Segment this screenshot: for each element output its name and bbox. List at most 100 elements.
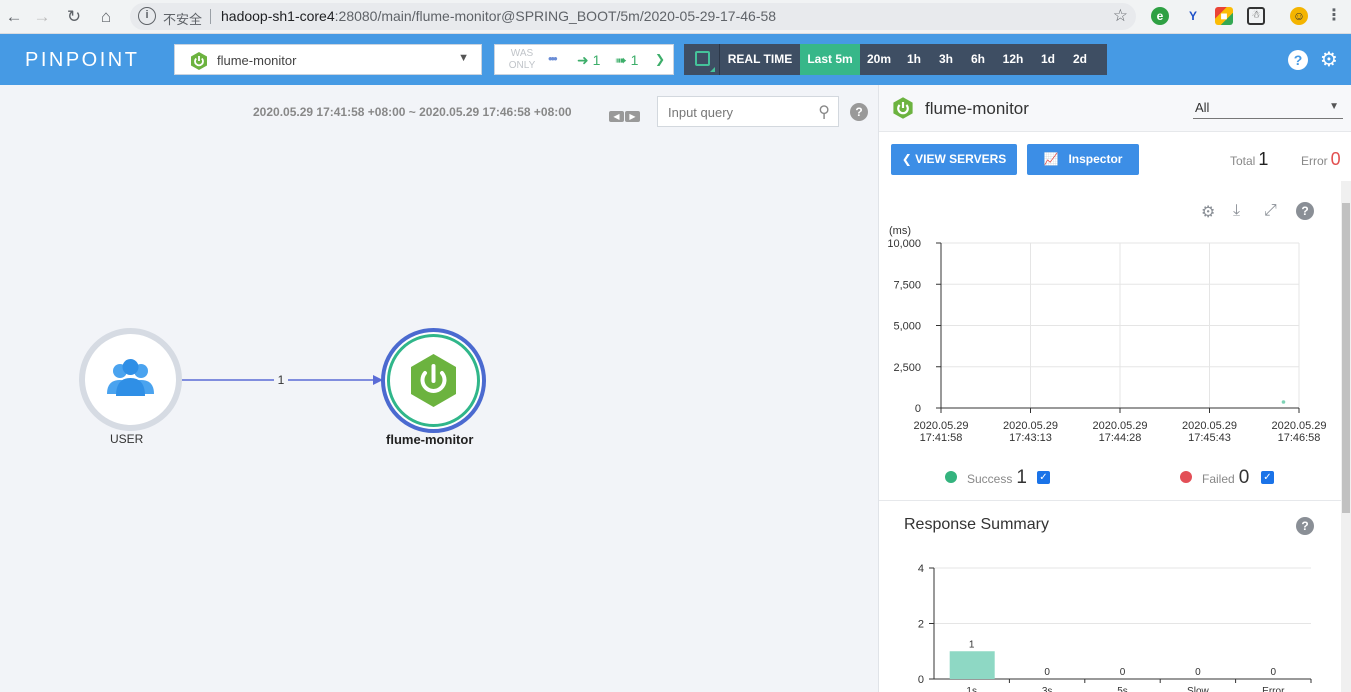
pinpoint-logo[interactable]: PINPOINT	[25, 49, 139, 72]
bar-value-label: 1	[969, 639, 975, 650]
app-node[interactable]	[381, 328, 486, 433]
period-2d[interactable]: 2d	[1064, 44, 1096, 75]
failed-checkbox[interactable]: ✓	[1261, 471, 1274, 484]
chart-line-icon: 📈	[1043, 152, 1059, 166]
agent-selector[interactable]: All ▼	[1193, 99, 1343, 119]
expand-icon[interactable]: ⤢	[1264, 202, 1277, 220]
inbound-depth[interactable]: ➜ 1	[577, 52, 600, 69]
x-tick-label-date: 2020.05.29	[1182, 420, 1237, 432]
url-text[interactable]: hadoop-sh1-core4:28080/main/flume-monito…	[221, 8, 776, 24]
app-node-status-ring	[387, 334, 480, 427]
section-divider	[879, 500, 1341, 501]
response-time-scatter-chart[interactable]: (ms)10,0007,5005,0002,50002020.05.2917:4…	[879, 220, 1341, 455]
x-category-label: 3s	[1042, 686, 1053, 692]
browser-menu-icon[interactable]: ⋮	[1325, 7, 1343, 25]
address-bar[interactable]: i 不安全 hadoop-sh1-core4:28080/main/flume-…	[130, 3, 1136, 30]
gear-icon[interactable]: ⚙	[1320, 47, 1338, 72]
x-category-label: 5s	[1117, 686, 1128, 692]
y-tick-label: 4	[918, 563, 924, 575]
period-1h[interactable]: 1h	[898, 44, 930, 75]
view-servers-button[interactable]: ❮ VIEW SERVERS	[891, 144, 1017, 175]
users-icon	[91, 340, 170, 419]
success-value: 1	[1016, 467, 1027, 488]
colorful-extension-icon[interactable]: ■	[1215, 7, 1233, 25]
info-icon[interactable]: i	[138, 7, 156, 25]
period-6h[interactable]: 6h	[962, 44, 994, 75]
forward-icon[interactable]: →	[30, 5, 54, 29]
scrollbar-thumb[interactable]	[1342, 203, 1350, 513]
inspector-button[interactable]: 📈 Inspector	[1027, 144, 1139, 175]
bar	[949, 651, 995, 679]
bookmark-star-icon[interactable]: ☆	[1113, 6, 1128, 26]
application-selector[interactable]: flume-monitor ▼	[174, 44, 482, 75]
selected-application: flume-monitor	[217, 53, 297, 68]
outbound-depth[interactable]: ➠ 1	[615, 52, 638, 69]
x-category-label: 1s	[966, 686, 977, 692]
was-filter[interactable]: WAS ONLY ••• ➜ 1 ➠ 1 ❯	[494, 44, 674, 75]
spring-boot-icon	[191, 52, 207, 70]
panel-scrollbar[interactable]	[1341, 181, 1351, 692]
inspector-label: Inspector	[1068, 152, 1123, 166]
node-dots-icon: •••	[548, 51, 558, 66]
y-tick-label: 7,500	[893, 279, 921, 291]
panel-title: flume-monitor	[925, 99, 1029, 118]
scatter-point	[1281, 400, 1286, 404]
spring-boot-icon	[411, 354, 456, 407]
x-tick-label-time: 17:44:28	[1099, 432, 1142, 444]
realtime-button[interactable]: REAL TIME	[720, 44, 800, 75]
y-tick-label: 2,500	[893, 362, 921, 374]
chevron-down-icon[interactable]: ❯	[655, 52, 665, 66]
success-dot	[945, 471, 957, 483]
x-tick-label-time: 17:45:43	[1188, 432, 1231, 444]
chart-help-icon[interactable]: ?	[1296, 202, 1314, 220]
was-only-toggle[interactable]: WAS ONLY	[507, 48, 537, 72]
browser-toolbar: ← → ↻ ⌂ i 不安全 hadoop-sh1-core4:28080/mai…	[0, 0, 1351, 34]
insecure-label: 不安全	[163, 12, 203, 27]
profile-avatar-icon[interactable]: ☺	[1290, 7, 1308, 25]
panel-header: flume-monitor All ▼	[879, 85, 1351, 132]
download-icon[interactable]: ⤓	[1233, 202, 1240, 220]
settings-icon[interactable]: ⚙	[1201, 202, 1215, 222]
yapi-extension-icon[interactable]: Y	[1184, 7, 1202, 25]
chevron-down-icon: ▼	[458, 52, 469, 64]
success-label: Success	[967, 472, 1013, 486]
view-servers-label: VIEW SERVERS	[915, 152, 1007, 166]
spring-boot-icon	[893, 97, 913, 119]
was-only-label: WAS ONLY	[508, 48, 536, 71]
user-node-label: USER	[110, 432, 144, 446]
success-checkbox[interactable]: ✓	[1037, 471, 1050, 484]
y-tick-label: 0	[915, 403, 921, 415]
response-summary-help-icon[interactable]: ?	[1296, 517, 1314, 535]
period-1d[interactable]: 1d	[1032, 44, 1064, 75]
outbound-count: 1	[630, 52, 639, 68]
user-node[interactable]	[79, 328, 182, 431]
omnibox-separator	[210, 9, 211, 24]
period-12h[interactable]: 12h	[994, 44, 1032, 75]
y-axis-unit: (ms)	[889, 225, 911, 237]
calendar-icon[interactable]	[684, 44, 720, 75]
puzzle-extension-icon[interactable]: ☃	[1247, 7, 1265, 25]
y-tick-label: 0	[918, 674, 924, 686]
edge-count: 1	[278, 373, 285, 387]
x-tick-label-time: 17:46:58	[1278, 432, 1321, 444]
y-tick-label: 5,000	[893, 321, 921, 333]
back-icon[interactable]: ←	[2, 5, 26, 29]
app-node-label: flume-monitor	[386, 432, 474, 447]
bar-value-label: 0	[1120, 667, 1126, 678]
reload-icon[interactable]: ↻	[62, 5, 86, 29]
response-summary-title: Response Summary	[904, 516, 1049, 533]
period-last-5m[interactable]: Last 5m	[800, 44, 860, 75]
period-20m[interactable]: 20m	[860, 44, 898, 75]
y-tick-label: 10,000	[887, 238, 921, 250]
period-3h[interactable]: 3h	[930, 44, 962, 75]
server-map[interactable]: 2020.05.29 17:41:58 +08:00 ~ 2020.05.29 …	[0, 85, 878, 692]
x-category-label: Error	[1262, 686, 1285, 692]
x-category-label: Slow	[1187, 686, 1209, 692]
url-host: hadoop-sh1-core4	[221, 8, 335, 24]
evernote-extension-icon[interactable]: e	[1151, 7, 1169, 25]
home-icon[interactable]: ⌂	[94, 5, 118, 29]
app-header: PINPOINT flume-monitor ▼ WAS ONLY ••• ➜ …	[0, 34, 1351, 85]
bar-value-label: 0	[1271, 667, 1277, 678]
x-tick-label-date: 2020.05.29	[1092, 420, 1147, 432]
help-icon[interactable]: ?	[1288, 50, 1308, 70]
